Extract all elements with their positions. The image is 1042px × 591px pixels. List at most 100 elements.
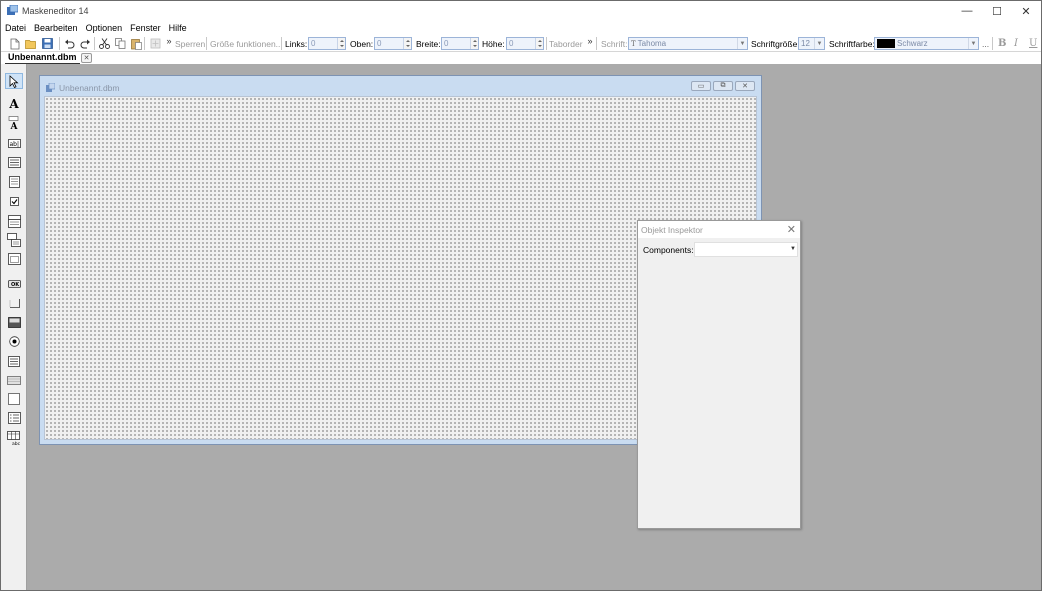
width-spinner[interactable]: 0 bbox=[441, 37, 479, 50]
save-button[interactable] bbox=[40, 37, 54, 51]
size-functions-button[interactable]: Größe funktionen... bbox=[210, 39, 283, 49]
font-combo[interactable]: T Tahoma ▼ bbox=[628, 37, 748, 50]
lock-button[interactable]: Sperren bbox=[175, 39, 205, 49]
edit-field-icon: ab| bbox=[7, 138, 21, 148]
mdi-workspace: Unbenannt.dbm ▭ ⧉ ✕ Objekt Inspektor ✕ C… bbox=[27, 64, 1041, 590]
more-options-button[interactable]: ... bbox=[982, 39, 989, 49]
form-minimize-button[interactable]: ▭ bbox=[691, 81, 711, 91]
spinner-arrows-icon[interactable] bbox=[535, 38, 543, 49]
components-select[interactable]: ▼ bbox=[694, 242, 798, 257]
new-file-button[interactable] bbox=[8, 37, 22, 51]
tool-db-label[interactable]: A bbox=[5, 115, 23, 131]
toolbar-overflow-button[interactable]: » bbox=[162, 36, 176, 51]
tool-listbox[interactable] bbox=[5, 174, 23, 190]
title-bar: Maskeneditor 14 — ☐ ✕ bbox=[1, 1, 1041, 21]
grid-icon: abc bbox=[7, 430, 21, 446]
height-label: Höhe: bbox=[482, 39, 505, 49]
copy-button[interactable] bbox=[113, 37, 127, 51]
menu-fenster[interactable]: Fenster bbox=[130, 23, 161, 33]
text-a-icon: A bbox=[9, 97, 19, 111]
redo-button[interactable] bbox=[78, 37, 92, 51]
tool-db-image[interactable] bbox=[5, 314, 23, 330]
maximize-icon: ☐ bbox=[992, 5, 1002, 18]
save-icon bbox=[41, 38, 53, 49]
height-spinner[interactable]: 0 bbox=[506, 37, 544, 50]
minimize-icon: ▭ bbox=[697, 83, 705, 90]
listbox-icon bbox=[8, 176, 20, 188]
menu-bearbeiten[interactable]: Bearbeiten bbox=[34, 23, 78, 33]
tool-grid[interactable]: abc bbox=[5, 430, 23, 446]
tab-close-button[interactable]: ✕ bbox=[81, 53, 92, 63]
arrange-buttons: » bbox=[148, 35, 176, 52]
memo-icon bbox=[7, 156, 21, 168]
chevron-down-icon[interactable]: ▼ bbox=[814, 38, 824, 49]
font-color-combo[interactable]: Schwarz ▼ bbox=[874, 37, 979, 50]
paste-button[interactable] bbox=[129, 37, 143, 51]
font-color-label: Schriftfarbe: bbox=[829, 39, 875, 49]
spinner-arrows-icon[interactable] bbox=[470, 38, 478, 49]
object-inspector-panel: Objekt Inspektor ✕ Components: ▼ bbox=[637, 220, 801, 529]
app-window: Maskeneditor 14 — ☐ ✕ Datei Bearbeiten O… bbox=[0, 0, 1042, 591]
underline-button[interactable]: U bbox=[1029, 38, 1037, 49]
tool-button[interactable]: OK bbox=[5, 276, 23, 292]
tool-combobox[interactable] bbox=[5, 213, 23, 229]
chevron-down-icon[interactable]: ▼ bbox=[737, 38, 747, 49]
tool-memo[interactable] bbox=[5, 154, 23, 170]
tool-label[interactable]: A bbox=[5, 96, 23, 112]
close-button[interactable]: ✕ bbox=[1011, 1, 1041, 21]
shape-rectangle-icon bbox=[8, 393, 20, 405]
height-value: 0 bbox=[509, 39, 514, 48]
navigator-icon bbox=[8, 355, 20, 367]
tool-list[interactable] bbox=[5, 410, 23, 426]
list-view-icon bbox=[7, 412, 21, 424]
button-icon: OK bbox=[7, 280, 21, 288]
tool-lookup-combo[interactable] bbox=[5, 232, 23, 248]
spinner-arrows-icon[interactable] bbox=[403, 38, 411, 49]
cursor-icon bbox=[9, 74, 19, 88]
close-icon: ✕ bbox=[1021, 5, 1031, 18]
tool-edit[interactable]: ab| bbox=[5, 135, 23, 151]
tool-panel[interactable] bbox=[5, 372, 23, 388]
tool-groupbox[interactable] bbox=[5, 251, 23, 267]
tool-dbnavigator[interactable] bbox=[5, 353, 23, 369]
menu-datei[interactable]: Datei bbox=[5, 23, 26, 33]
chevron-down-icon[interactable]: ▼ bbox=[790, 246, 796, 252]
top-spinner[interactable]: 0 bbox=[374, 37, 412, 50]
app-icon bbox=[7, 5, 18, 15]
cut-button[interactable] bbox=[97, 37, 111, 51]
italic-button[interactable]: I bbox=[1014, 38, 1018, 49]
taborder-button[interactable]: Taborder bbox=[549, 39, 583, 49]
align-icon bbox=[150, 38, 160, 49]
maximize-button[interactable]: ☐ bbox=[982, 1, 1012, 21]
left-spinner[interactable]: 0 bbox=[308, 37, 346, 50]
menu-hilfe[interactable]: Hilfe bbox=[169, 23, 187, 33]
restore-icon: ⧉ bbox=[720, 82, 726, 89]
tool-pointer[interactable] bbox=[5, 73, 23, 89]
tool-image[interactable] bbox=[5, 295, 23, 311]
undo-icon bbox=[64, 39, 74, 48]
font-color-value: Schwarz bbox=[897, 39, 928, 48]
svg-text:A: A bbox=[10, 122, 19, 130]
tool-checkbox[interactable] bbox=[5, 193, 23, 209]
tool-radio[interactable] bbox=[5, 333, 23, 349]
component-palette: A A ab| OK abc bbox=[1, 64, 27, 590]
spinner-arrows-icon[interactable] bbox=[337, 38, 345, 49]
toolbar-overflow-button-2[interactable]: » bbox=[583, 36, 597, 51]
tab-unbenannt[interactable]: Unbenannt.dbm bbox=[5, 52, 80, 64]
font-size-combo[interactable]: 12 ▼ bbox=[798, 37, 825, 50]
form-close-button[interactable]: ✕ bbox=[735, 81, 755, 91]
menu-optionen[interactable]: Optionen bbox=[86, 23, 123, 33]
minimize-button[interactable]: — bbox=[952, 1, 982, 21]
tool-shape[interactable] bbox=[5, 391, 23, 407]
form-window-icon bbox=[46, 83, 55, 92]
open-file-button[interactable] bbox=[24, 37, 38, 51]
bold-button[interactable]: B bbox=[998, 38, 1006, 49]
undo-button[interactable] bbox=[62, 37, 76, 51]
width-label: Breite: bbox=[416, 39, 441, 49]
bring-to-front-button[interactable] bbox=[148, 37, 162, 51]
chevron-down-icon[interactable]: ▼ bbox=[968, 38, 978, 49]
inspector-close-button[interactable]: ✕ bbox=[787, 223, 796, 236]
width-value: 0 bbox=[444, 39, 449, 48]
toolbar: » Sperren Größe funktionen... Links: 0 O… bbox=[1, 35, 1041, 52]
form-maximize-button[interactable]: ⧉ bbox=[713, 81, 733, 91]
